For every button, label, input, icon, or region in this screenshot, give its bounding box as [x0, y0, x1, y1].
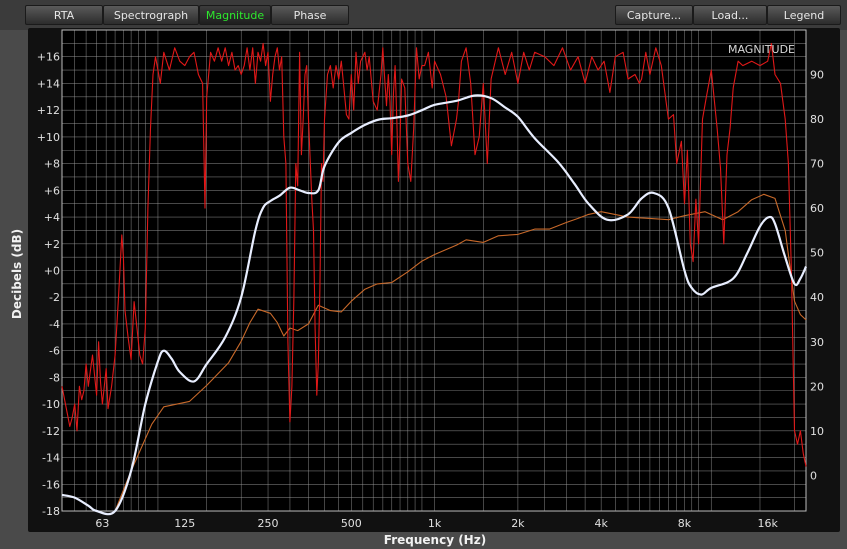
y2-tick-label: 90 [810, 69, 824, 82]
y2-tick-label: 10 [810, 425, 824, 438]
y2-tick-label: 50 [810, 247, 824, 260]
x-tick-label: 250 [258, 517, 279, 530]
magnitude-chart: 63 125 250 500 1k 2k 4k 8k 16k+16+14+12+10+8+6+4… [28, 28, 840, 532]
y-axis-title: Decibels (dB) [10, 228, 24, 320]
y-tick-label: -10 [42, 398, 60, 411]
y2-tick-label: 60 [810, 202, 824, 215]
y-tick-label: -16 [42, 478, 60, 491]
y2-tick-label: 20 [810, 380, 824, 393]
x-tick-label: 500 [341, 517, 362, 530]
y2-tick-label: 30 [810, 336, 824, 349]
y-tick-label: -8 [49, 371, 60, 384]
x-tick-label: 2k [511, 517, 525, 530]
y-tick-label: +0 [44, 265, 60, 278]
y-tick-label: -14 [42, 452, 60, 465]
x-tick-label: 1k [428, 517, 442, 530]
y2-tick-label: 0 [810, 469, 817, 482]
y-tick-label: +6 [44, 184, 60, 197]
y-tick-label: +2 [44, 238, 60, 251]
y-tick-label: -6 [49, 345, 60, 358]
y-tick-label: -18 [42, 505, 60, 518]
y-tick-label: +10 [37, 131, 60, 144]
y2-tick-label: 80 [810, 113, 824, 126]
y-tick-label: +12 [37, 104, 60, 117]
y-tick-label: +4 [44, 211, 60, 224]
y2-tick-label: 70 [810, 158, 824, 171]
x-tick-label: 125 [174, 517, 195, 530]
y-tick-label: -4 [49, 318, 60, 331]
y-tick-label: +8 [44, 158, 60, 171]
y-tick-label: -2 [49, 291, 60, 304]
x-axis-title: Frequency (Hz) [383, 533, 487, 547]
x-tick-label: 16k [758, 517, 779, 530]
y-tick-label: +14 [37, 77, 60, 90]
x-tick-label: 4k [594, 517, 608, 530]
x-tick-label: 63 [95, 517, 109, 530]
x-tick-label: 8k [678, 517, 692, 530]
chart-title: MAGNITUDE [728, 43, 795, 56]
y2-tick-label: 40 [810, 291, 824, 304]
y-tick-label: -12 [42, 425, 60, 438]
y-tick-label: +16 [37, 51, 60, 64]
